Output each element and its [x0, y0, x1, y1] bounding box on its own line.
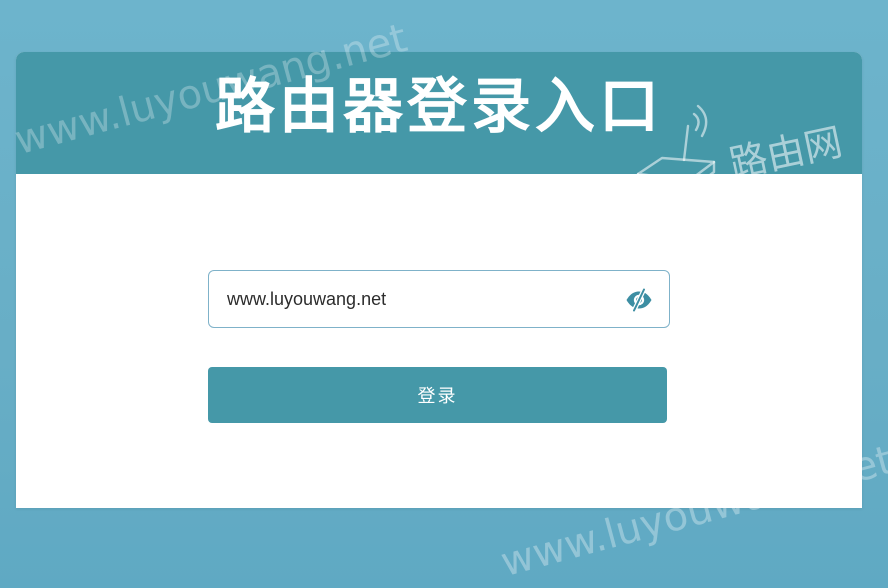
login-card: 路由器登录入口 登录 — [16, 52, 862, 508]
page-title: 路由器登录入口 — [215, 72, 663, 142]
password-field[interactable] — [208, 270, 670, 328]
card-header: 路由器登录入口 — [16, 52, 862, 174]
card-body: 登录 — [16, 174, 862, 508]
password-input[interactable] — [227, 271, 607, 327]
login-button[interactable]: 登录 — [208, 367, 667, 423]
eye-slash-icon[interactable] — [625, 287, 653, 313]
